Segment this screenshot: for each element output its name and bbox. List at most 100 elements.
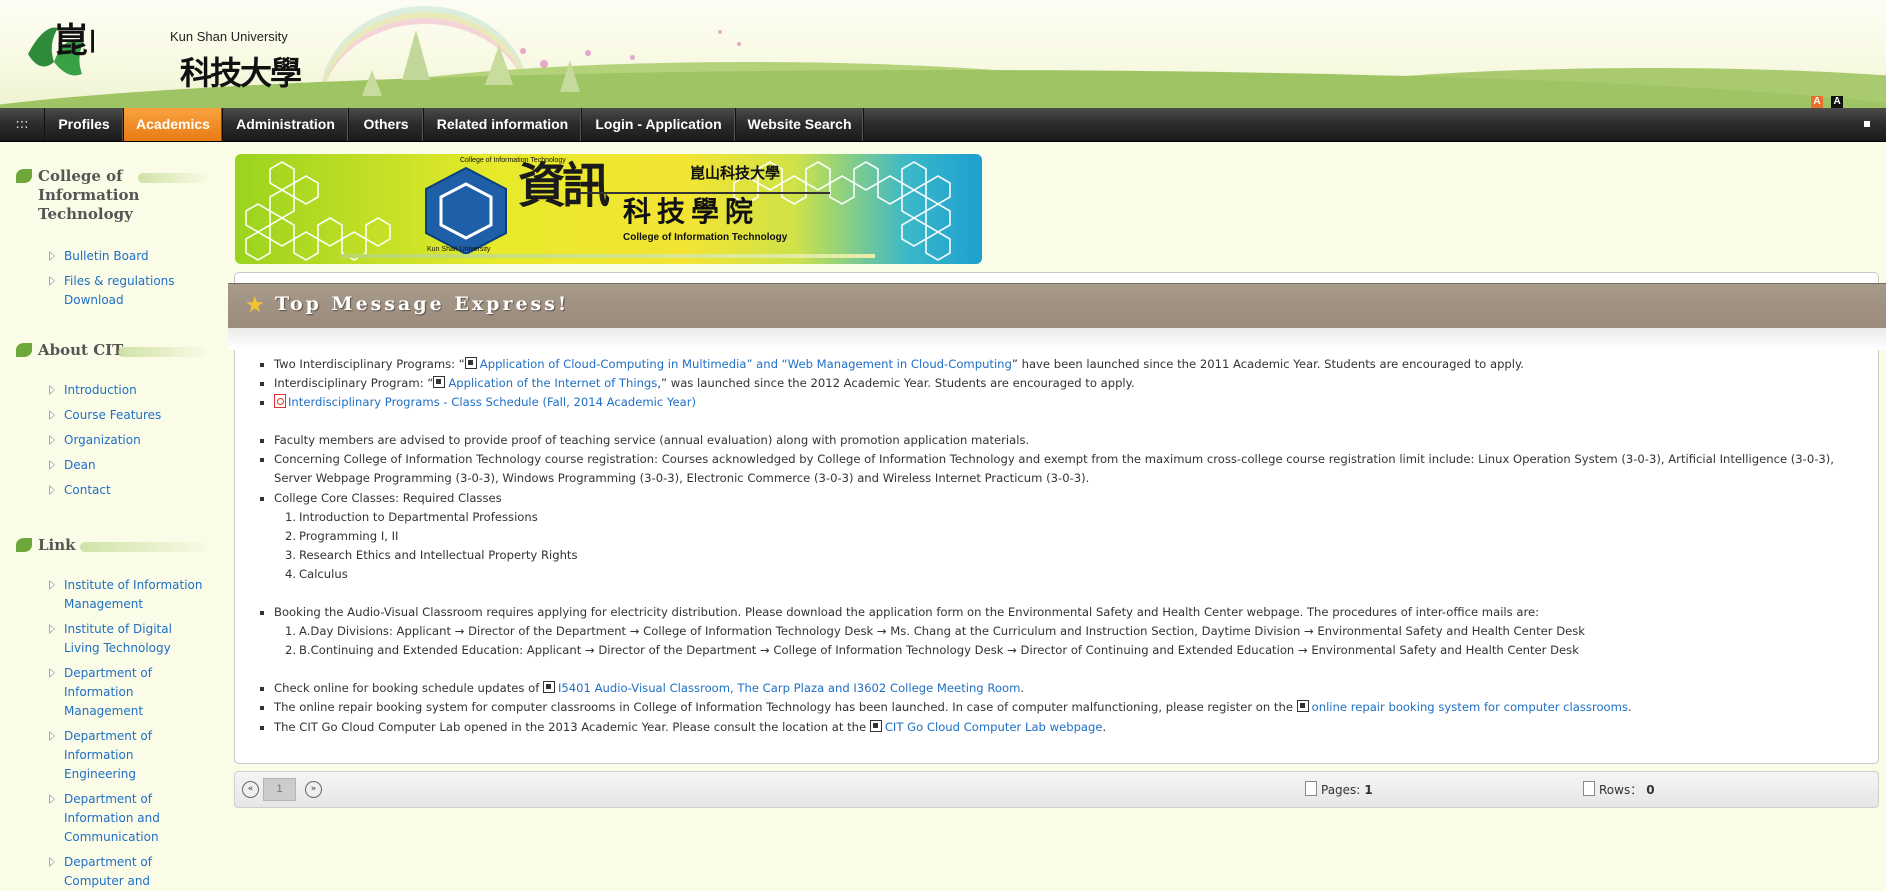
rows-icon	[1583, 781, 1595, 796]
link-class-schedule-pdf[interactable]: Interdisciplinary Programs - Class Sched…	[288, 395, 696, 409]
sidebar-item-label[interactable]: Course Features	[64, 408, 161, 422]
rows-info: Rows： 0	[1583, 781, 1655, 798]
prev-page-button[interactable]: «	[242, 781, 259, 798]
link-repair-booking-system[interactable]: online repair booking system for compute…	[1312, 700, 1628, 714]
triangle-right-icon	[49, 385, 55, 395]
tree-decoration	[560, 60, 580, 92]
banner-bar-decoration	[340, 254, 875, 258]
sidebar-item-label[interactable]: Organization	[64, 433, 141, 447]
link-booking-schedule[interactable]: I5401 Audio-Visual Classroom, The Carp P…	[558, 681, 1020, 695]
triangle-right-icon	[49, 435, 55, 445]
nav-item-academics[interactable]: Academics	[124, 108, 223, 141]
svg-text:崑山: 崑山	[54, 21, 94, 61]
sidebar-item-label[interactable]: Institute of Digital Living Technology	[64, 622, 172, 655]
nav-item-related-information[interactable]: Related information	[424, 108, 582, 141]
petal-decoration	[585, 50, 591, 56]
sidebar-item-introduction[interactable]: Introduction	[49, 381, 204, 400]
external-link-icon	[542, 681, 555, 694]
nav-item-website-search[interactable]: Website Search	[736, 108, 864, 141]
sidebar-item-label[interactable]: Department of Information Engineering	[64, 729, 152, 781]
menu-grid-icon[interactable]: :::	[0, 108, 45, 141]
nav-item-profiles[interactable]: Profiles	[45, 108, 124, 141]
list-item: Two Interdisciplinary Programs: “Applica…	[260, 355, 1874, 374]
triangle-right-icon	[49, 857, 55, 867]
sidebar-item-label[interactable]: Files & regulations Download	[64, 274, 175, 307]
sidebar-item-organization[interactable]: Organization	[49, 431, 204, 450]
triangle-right-icon	[49, 624, 55, 634]
font-small-button[interactable]: A	[1811, 96, 1823, 108]
sidebar-link-dept-information-communication[interactable]: Department of Information and Communicat…	[49, 790, 174, 847]
sidebar-item-label[interactable]: Contact	[64, 483, 111, 497]
spacer	[274, 584, 1874, 603]
sidebar: College of Information Technology Bullet…	[0, 141, 220, 890]
external-link-icon	[464, 357, 477, 369]
sidebar-item-contact[interactable]: Contact	[49, 481, 204, 500]
spacer	[274, 660, 1874, 679]
list-item: Interdisciplinary Program: “Application …	[260, 374, 1874, 393]
nav-item-others[interactable]: Others	[349, 108, 424, 141]
triangle-right-icon	[49, 410, 55, 420]
hexagon-pattern	[245, 161, 951, 261]
list-item: The online repair booking system for com…	[260, 698, 1874, 717]
procedure-item: 2. B.Continuing and Extended Education: A…	[285, 643, 1579, 658]
sidebar-item-files-download[interactable]: Files & regulations Download	[49, 272, 184, 310]
university-name-zh: 科技大學	[180, 54, 302, 92]
university-logo-icon: 崑山	[28, 21, 94, 76]
sidebar-item-label[interactable]: Bulletin Board	[64, 249, 149, 263]
nav-end-marker-icon	[1864, 121, 1870, 127]
sidebar-link-institute-information-management[interactable]: Institute of Information Management	[49, 576, 204, 614]
triangle-right-icon	[49, 460, 55, 470]
external-link-icon	[1296, 700, 1309, 713]
link-cloud-computing-programs[interactable]: Application of Cloud-Computing in Multim…	[480, 357, 1012, 371]
sidebar-item-label[interactable]: Department of Information and Communicat…	[64, 792, 160, 844]
message-list: Two Interdisciplinary Programs: “Applica…	[260, 355, 1874, 737]
floral-decoration	[138, 173, 208, 183]
sidebar-link-dept-information-engineering[interactable]: Department of Information Engineering	[49, 727, 164, 784]
petal-decoration	[520, 48, 526, 54]
sidebar-link-institute-digital-living[interactable]: Institute of Digital Living Technology	[49, 620, 182, 658]
list-item: Interdisciplinary Programs - Class Sched…	[260, 393, 1874, 412]
next-page-button[interactable]: »	[305, 781, 322, 798]
sidebar-item-label[interactable]: Introduction	[64, 383, 137, 397]
sidebar-item-label[interactable]: Department of Computer and	[64, 855, 152, 888]
sidebar-item-label[interactable]: Dean	[64, 458, 96, 472]
sidebar-link-dept-computer[interactable]: Department of Computer and	[49, 853, 164, 891]
banner-title-zh-big: 資訊	[518, 158, 610, 214]
font-large-button[interactable]: A	[1831, 96, 1844, 108]
nav-item-administration[interactable]: Administration	[223, 108, 349, 141]
triangle-right-icon	[49, 276, 55, 286]
main-nav: ::: Profiles Academics Administration Ot…	[0, 108, 1886, 142]
list-item: Faculty members are advised to provide p…	[260, 431, 1874, 450]
core-class-item: 3. Research Ethics and Intellectual Prope…	[285, 547, 578, 562]
list-item: Concerning College of Information Techno…	[260, 450, 1874, 488]
tree-decoration	[485, 45, 513, 85]
leaf-icon	[16, 169, 32, 183]
procedure-item: 1. A.Day Divisions: Applicant → Director …	[285, 624, 1586, 639]
pages-info: Pages: 1	[1305, 781, 1373, 797]
link-internet-of-things[interactable]: Application of the Internet of Things	[448, 376, 657, 390]
pdf-icon	[274, 394, 286, 409]
emblem-text-bottom: Kun Shan University	[427, 246, 491, 253]
link-go-cloud-lab[interactable]: CIT Go Cloud Computer Lab webpage	[885, 720, 1103, 734]
message-panel-header: ★ Top Message Express!	[228, 283, 1886, 350]
leaf-icon	[16, 343, 32, 357]
sidebar-item-label[interactable]: Institute of Information Management	[64, 578, 203, 611]
sidebar-item-bulletin-board[interactable]: Bulletin Board	[49, 247, 204, 266]
college-banner: College of Information Technology Kun Sh…	[235, 154, 982, 264]
spacer	[274, 412, 1874, 431]
sidebar-link-dept-information-management[interactable]: Department of Information Management	[49, 664, 164, 721]
page-number-button[interactable]: 1	[263, 778, 296, 801]
sidebar-item-dean[interactable]: Dean	[49, 456, 204, 475]
document-icon	[1305, 781, 1317, 796]
sidebar-item-course-features[interactable]: Course Features	[49, 406, 204, 425]
floral-decoration	[118, 347, 208, 357]
petal-decoration	[737, 42, 741, 46]
triangle-right-icon	[49, 794, 55, 804]
nav-item-login-application[interactable]: Login - Application	[582, 108, 736, 141]
sidebar-item-label[interactable]: Department of Information Management	[64, 666, 152, 718]
sidebar-section-college: College of Information Technology	[16, 167, 208, 224]
core-class-item: 2. Programming I, II	[285, 528, 399, 543]
leaf-icon	[16, 538, 32, 552]
petal-decoration	[630, 55, 635, 60]
sidebar-section-link: Link	[16, 536, 208, 555]
